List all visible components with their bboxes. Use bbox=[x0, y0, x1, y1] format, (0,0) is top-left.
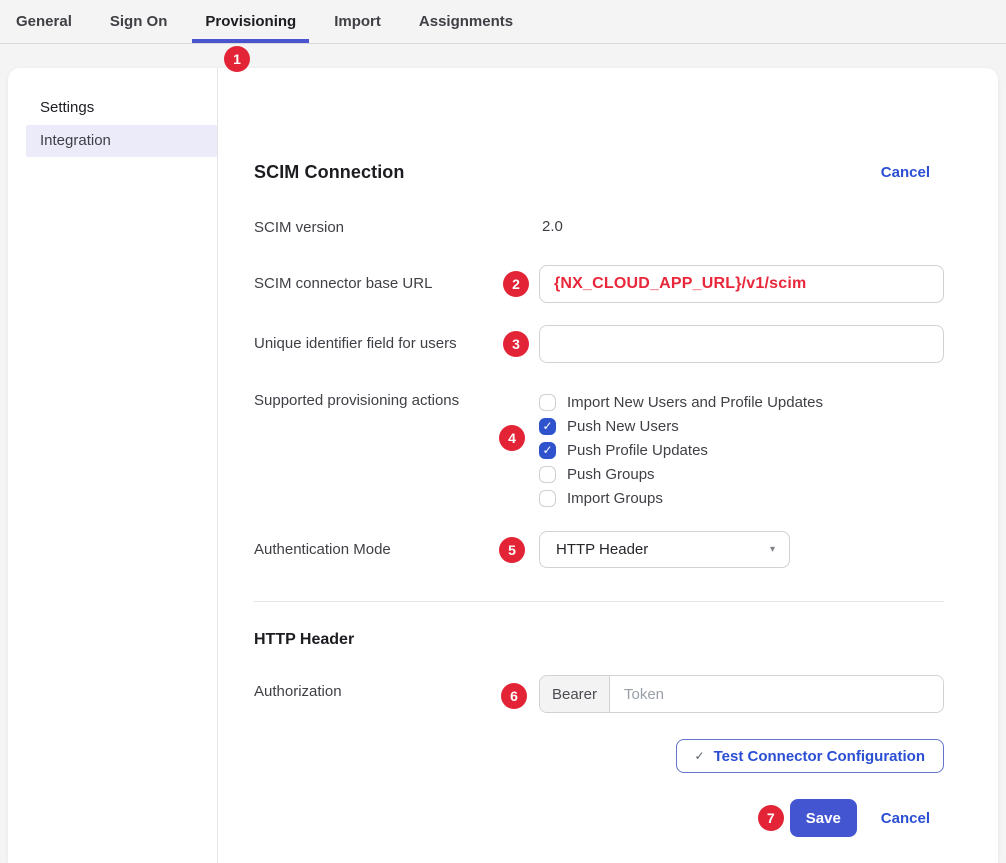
provisioning-card: Settings Integration SCIM Connection Can… bbox=[8, 68, 998, 863]
unique-id-label: Unique identifier field for users bbox=[254, 325, 539, 363]
test-connector-configuration-button[interactable]: ✓ Test Connector Configuration bbox=[676, 739, 944, 773]
checkbox-import-new-users[interactable]: ✓ bbox=[539, 394, 556, 411]
sidebar-item-integration[interactable]: Integration bbox=[26, 125, 217, 157]
checkbox-label: Push Groups bbox=[567, 466, 655, 483]
checkbox-row-push-groups[interactable]: ✓ Push Groups bbox=[539, 462, 944, 486]
checkbox-push-new-users[interactable]: ✓ bbox=[539, 418, 556, 435]
app-tab-bar: General Sign On Provisioning Import Assi… bbox=[0, 0, 1006, 44]
checkbox-import-groups[interactable]: ✓ bbox=[539, 490, 556, 507]
provisioning-actions-label: Supported provisioning actions bbox=[254, 390, 539, 510]
authorization-input-group: Bearer bbox=[539, 675, 944, 713]
step-badge-1: 1 bbox=[224, 46, 250, 72]
step-badge-5: 5 bbox=[499, 537, 525, 563]
step-badge-4: 4 bbox=[499, 425, 525, 451]
auth-mode-label: Authentication Mode bbox=[254, 531, 539, 568]
base-url-input[interactable] bbox=[539, 265, 944, 303]
checkbox-push-profile-updates[interactable]: ✓ bbox=[539, 442, 556, 459]
checkbox-row-push-profile-updates[interactable]: ✓ Push Profile Updates bbox=[539, 438, 944, 462]
bearer-prefix: Bearer bbox=[540, 676, 610, 712]
auth-mode-selected-value: HTTP Header bbox=[556, 541, 648, 558]
scim-version-value: 2.0 bbox=[539, 218, 563, 235]
auth-mode-select[interactable]: HTTP Header ▾ bbox=[539, 531, 790, 568]
tab-general[interactable]: General bbox=[3, 0, 85, 43]
checkbox-label: Import New Users and Profile Updates bbox=[567, 394, 823, 411]
authorization-label: Authorization bbox=[254, 675, 539, 713]
tab-sign-on[interactable]: Sign On bbox=[97, 0, 181, 43]
cancel-link-top[interactable]: Cancel bbox=[881, 164, 930, 181]
tab-import[interactable]: Import bbox=[321, 0, 394, 43]
checkbox-label: Import Groups bbox=[567, 490, 663, 507]
checkbox-push-groups[interactable]: ✓ bbox=[539, 466, 556, 483]
checkbox-label: Push Profile Updates bbox=[567, 442, 708, 459]
checkbox-row-import-new-users[interactable]: ✓ Import New Users and Profile Updates bbox=[539, 390, 944, 414]
http-header-section-title: HTTP Header bbox=[254, 631, 944, 651]
test-connector-configuration-label: Test Connector Configuration bbox=[714, 748, 925, 765]
tab-provisioning[interactable]: Provisioning bbox=[192, 0, 309, 43]
token-input[interactable] bbox=[610, 676, 943, 712]
sidebar-header-settings: Settings bbox=[8, 100, 217, 116]
check-icon: ✓ bbox=[542, 420, 552, 432]
page-title: SCIM Connection bbox=[254, 162, 405, 183]
scim-connection-form: SCIM Connection Cancel SCIM version 2.0 … bbox=[218, 68, 998, 863]
checkbox-label: Push New Users bbox=[567, 418, 679, 435]
check-icon: ✓ bbox=[695, 749, 705, 763]
tab-assignments[interactable]: Assignments bbox=[406, 0, 526, 43]
section-divider bbox=[254, 601, 944, 602]
settings-sidebar: Settings Integration bbox=[8, 68, 218, 863]
step-badge-7: 7 bbox=[758, 805, 784, 831]
cancel-link-bottom[interactable]: Cancel bbox=[881, 810, 930, 827]
checkbox-row-import-groups[interactable]: ✓ Import Groups bbox=[539, 486, 944, 510]
save-button[interactable]: Save bbox=[790, 799, 857, 837]
unique-id-input[interactable] bbox=[539, 325, 944, 363]
scim-version-label: SCIM version bbox=[254, 219, 539, 236]
step-badge-6: 6 bbox=[501, 683, 527, 709]
chevron-down-icon: ▾ bbox=[770, 544, 775, 555]
base-url-label: SCIM connector base URL bbox=[254, 265, 539, 303]
step-badge-2: 2 bbox=[503, 271, 529, 297]
check-icon: ✓ bbox=[542, 444, 552, 456]
step-badge-3: 3 bbox=[503, 331, 529, 357]
checkbox-row-push-new-users[interactable]: ✓ Push New Users bbox=[539, 414, 944, 438]
